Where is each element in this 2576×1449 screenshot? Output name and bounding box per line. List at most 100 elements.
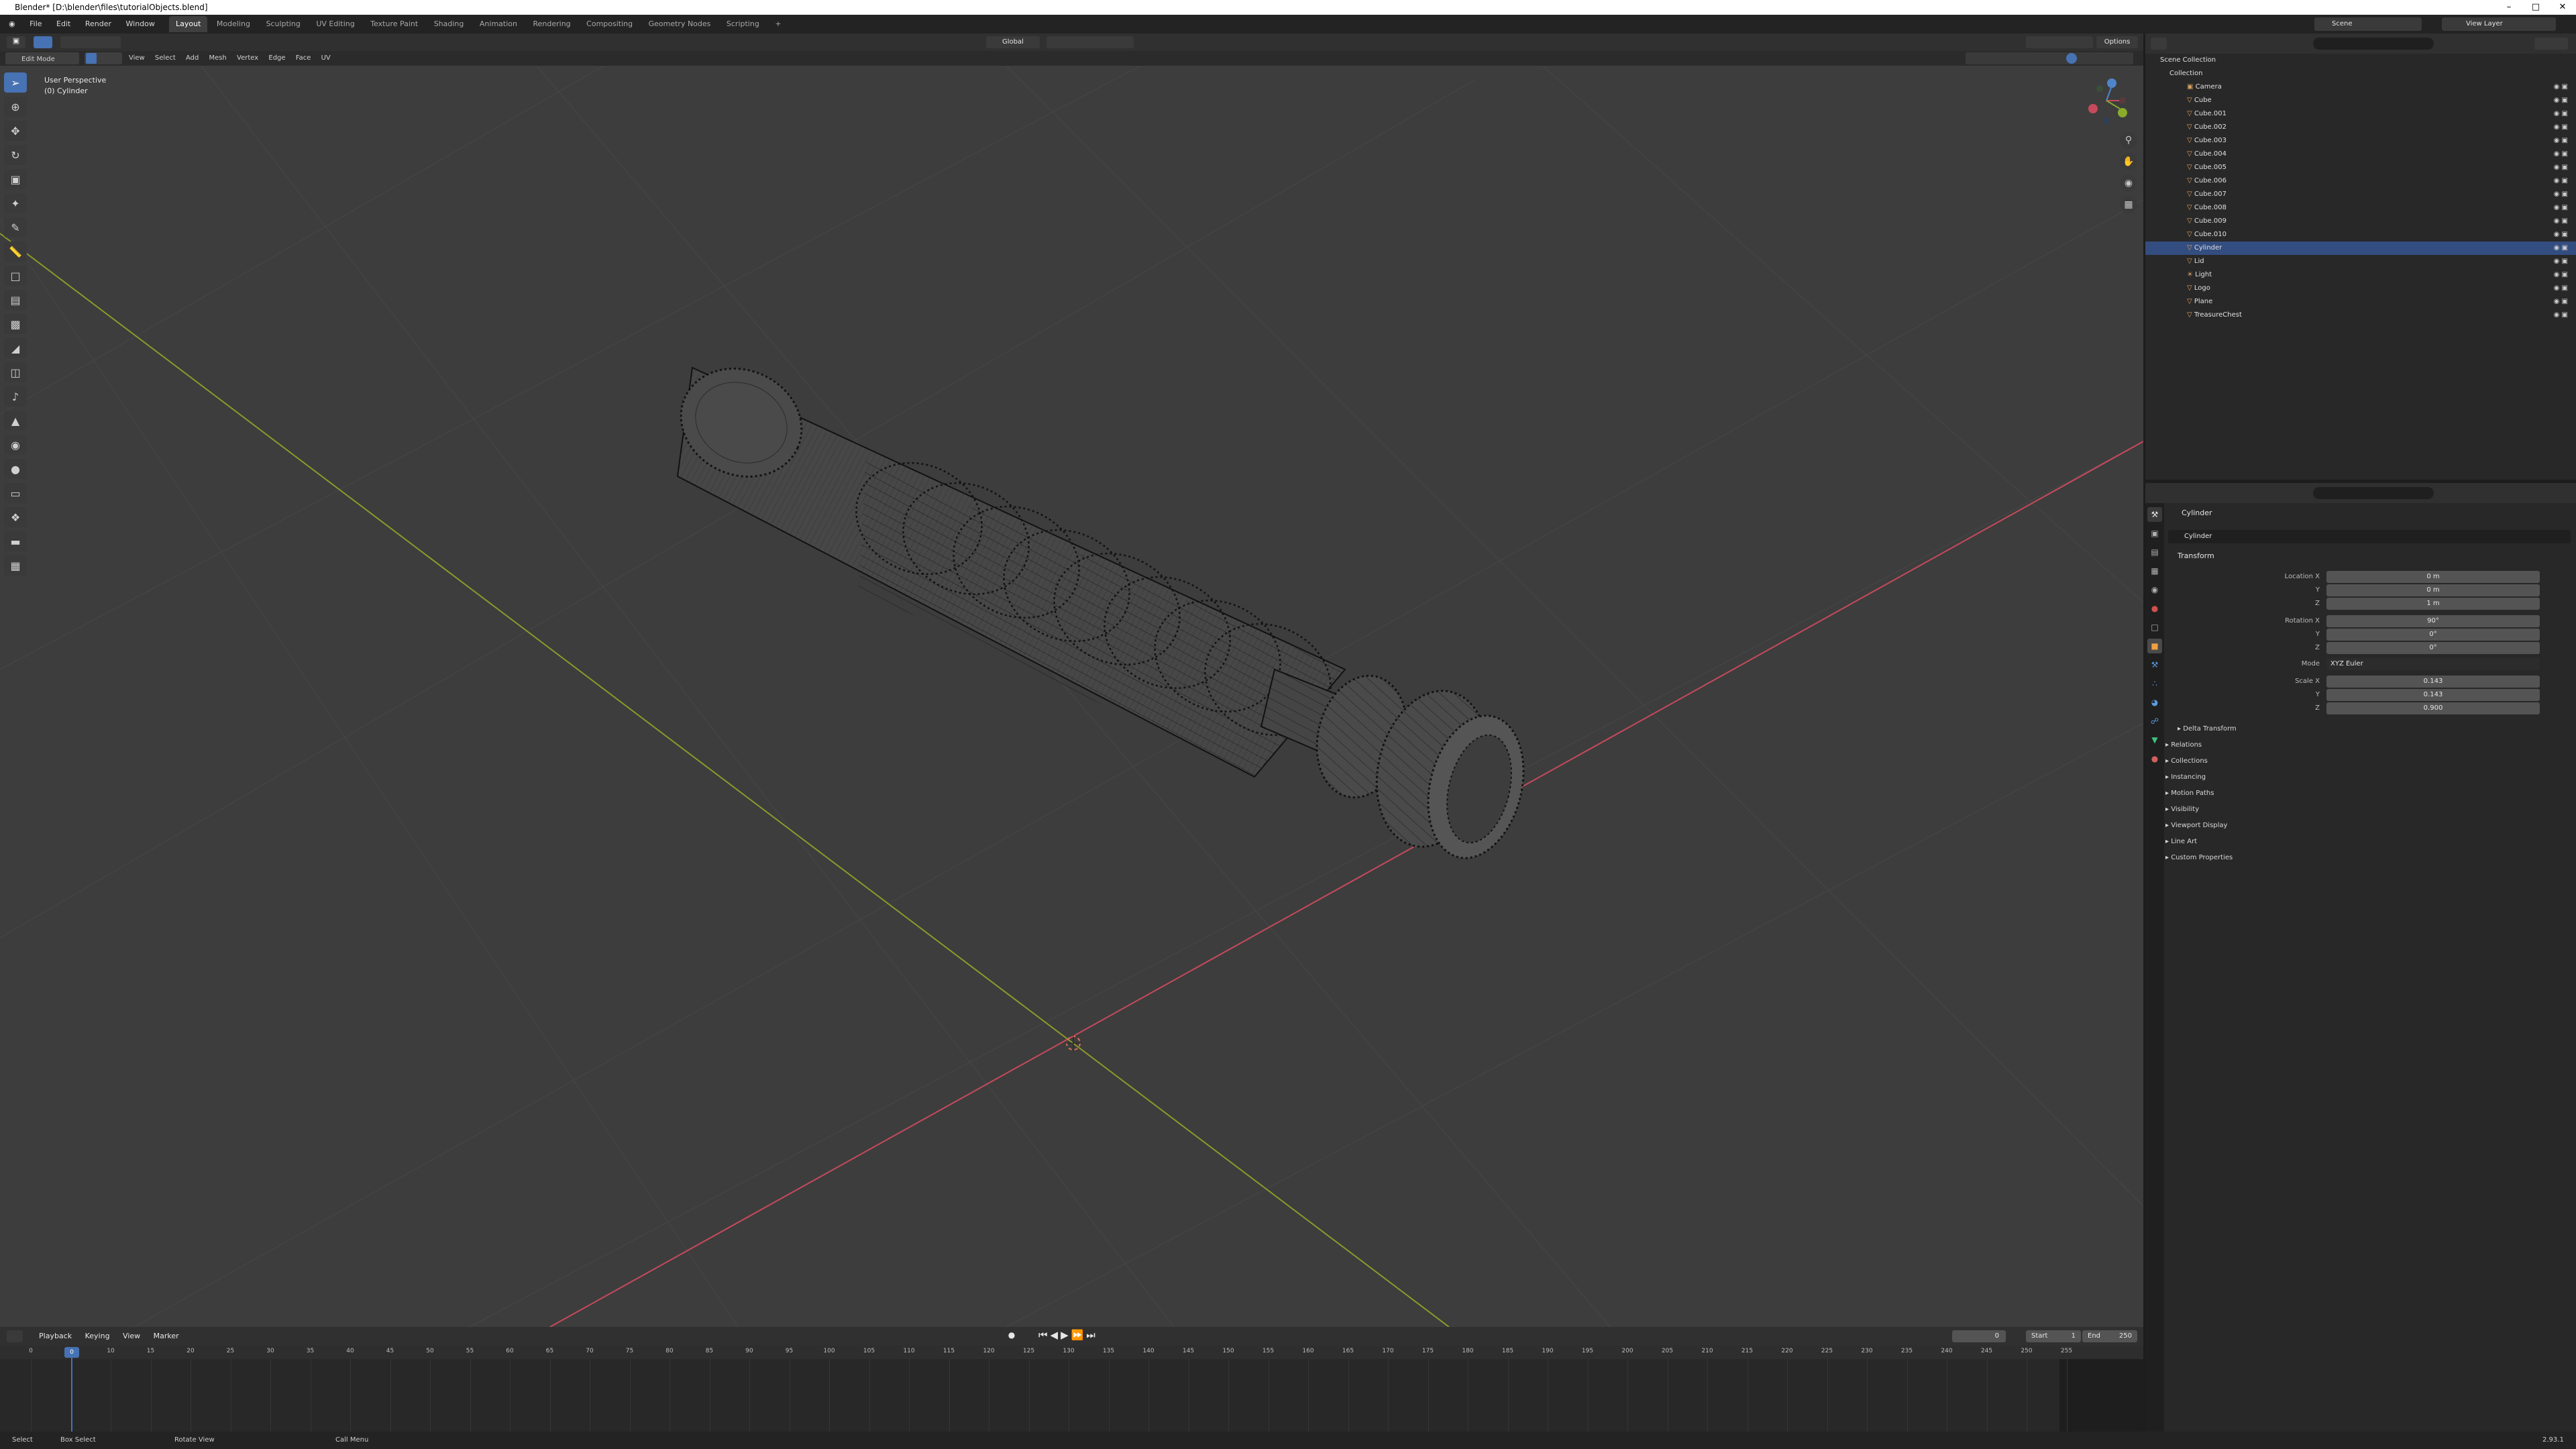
vertex-select-icon[interactable] — [86, 53, 97, 64]
scene-selector[interactable]: Scene — [2314, 17, 2422, 31]
scale-tool-icon[interactable]: ▣ — [4, 169, 27, 189]
menu-timeline-view[interactable]: View — [117, 1332, 146, 1340]
menu-playback[interactable]: Playback — [34, 1332, 77, 1340]
menu-edge[interactable]: Edge — [264, 51, 289, 66]
menu-window[interactable]: Window — [120, 15, 161, 34]
smooth-tool-icon[interactable]: ● — [4, 459, 27, 479]
minimize-icon[interactable]: – — [2496, 0, 2522, 15]
property-panel-header[interactable]: ▸ Custom Properties — [2165, 851, 2233, 865]
tab-layout[interactable]: Layout — [169, 16, 208, 32]
tab-modeling[interactable]: Modeling — [210, 16, 257, 32]
add-cube-tool-icon[interactable]: □ — [4, 266, 27, 286]
menu-add[interactable]: Add — [182, 51, 203, 66]
visibility-toggle-icon[interactable]: ◉ ▣ — [2554, 241, 2568, 255]
outliner-item[interactable]: ▽ Cube.001 ◉ ▣ — [2145, 107, 2576, 121]
tool-properties-icon[interactable]: ⚒ — [2147, 507, 2162, 522]
physics-properties-icon[interactable]: ◕ — [2147, 695, 2162, 710]
location-x-field[interactable]: 0 m — [2326, 571, 2540, 583]
scale-y-field[interactable]: 0.143 — [2326, 689, 2540, 701]
playhead-line[interactable] — [71, 1358, 72, 1432]
zoom-icon[interactable]: ⚲ — [2120, 131, 2137, 149]
visibility-toggle-icon[interactable]: ◉ ▣ — [2554, 148, 2568, 161]
play-icon[interactable]: ▶ — [1061, 1329, 1071, 1341]
properties-search-input[interactable] — [2313, 487, 2434, 499]
menu-view[interactable]: View — [125, 51, 149, 66]
rotate-tool-icon[interactable]: ↻ — [4, 145, 27, 165]
perspective-toggle-icon[interactable]: ▦ — [2120, 196, 2137, 213]
3d-cursor[interactable] — [1065, 1035, 1081, 1051]
playhead-frame-badge[interactable]: 0 — [64, 1347, 79, 1358]
particles-properties-icon[interactable]: ∴ — [2147, 676, 2162, 691]
object-properties-icon[interactable]: ■ — [2147, 639, 2162, 653]
cylinder-mesh[interactable] — [663, 350, 1538, 868]
outliner-item[interactable]: ▽ Cylinder ◉ ▣ — [2145, 241, 2576, 255]
visibility-toggle-icon[interactable]: ◉ ▣ — [2554, 255, 2568, 268]
modifier-properties-icon[interactable]: ⚒ — [2147, 657, 2162, 672]
menu-face[interactable]: Face — [292, 51, 315, 66]
location-z-field[interactable]: 1 m — [2326, 598, 2540, 610]
visibility-toggle-icon[interactable]: ◉ ▣ — [2554, 107, 2568, 121]
visibility-toggle-icon[interactable]: ◉ ▣ — [2554, 121, 2568, 134]
visibility-toggle-icon[interactable]: ◉ ▣ — [2554, 282, 2568, 295]
view-layer-properties-icon[interactable]: ▦ — [2147, 564, 2162, 578]
rip-tool-icon[interactable]: ▦ — [4, 555, 27, 576]
outliner-item[interactable]: ▽ Logo ◉ ▣ — [2145, 282, 2576, 295]
prev-keyframe-icon[interactable]: ◀ — [1051, 1329, 1061, 1341]
outliner-item[interactable]: ▽ Cube.008 ◉ ▣ — [2145, 201, 2576, 215]
outliner-item[interactable]: ▽ Cube.010 ◉ ▣ — [2145, 228, 2576, 241]
tab-animation[interactable]: Animation — [473, 16, 524, 32]
poly-build-tool-icon[interactable]: ▲ — [4, 411, 27, 431]
tab-texture-paint[interactable]: Texture Paint — [364, 16, 425, 32]
scene-properties-icon[interactable]: ◉ — [2147, 582, 2162, 597]
property-panel-header[interactable]: ▸ Motion Paths — [2165, 786, 2214, 801]
delta-transform-panel[interactable]: ▸ Delta Transform — [2178, 722, 2237, 737]
outliner-search-input[interactable] — [2313, 38, 2434, 50]
tab-compositing[interactable]: Compositing — [580, 16, 639, 32]
material-properties-icon[interactable]: ● — [2147, 751, 2162, 766]
outliner-item[interactable]: ▽ Cube.006 ◉ ▣ — [2145, 174, 2576, 188]
view-layer-selector[interactable]: View Layer — [2442, 17, 2556, 31]
mirror-axis-buttons[interactable] — [2026, 36, 2093, 48]
shear-tool-icon[interactable]: ▬ — [4, 531, 27, 551]
object-name-field[interactable]: Cylinder — [2168, 530, 2571, 543]
tab-scripting[interactable]: Scripting — [720, 16, 766, 32]
rotation-z-field[interactable]: 0° — [2326, 642, 2540, 654]
maximize-icon[interactable]: □ — [2522, 0, 2549, 15]
extrude-tool-icon[interactable]: ▤ — [4, 290, 27, 310]
annotate-tool-icon[interactable]: ✎ — [4, 217, 27, 237]
move-tool-icon[interactable]: ✥ — [4, 121, 27, 141]
outliner-item[interactable]: ▽ Cube.002 ◉ ▣ — [2145, 121, 2576, 134]
menu-render[interactable]: Render — [79, 15, 117, 34]
transform-panel-header[interactable]: Transform — [2168, 549, 2214, 564]
snap-proportional-buttons[interactable] — [1046, 36, 1134, 48]
close-icon[interactable]: ✕ — [2549, 0, 2576, 15]
camera-view-icon[interactable]: ◉ — [2120, 174, 2137, 192]
tab-shading[interactable]: Shading — [427, 16, 471, 32]
visibility-toggle-icon[interactable]: ◉ ▣ — [2554, 228, 2568, 241]
visibility-toggle-icon[interactable]: ◉ ▣ — [2554, 188, 2568, 201]
scale-z-field[interactable]: 0.900 — [2326, 702, 2540, 714]
spin-tool-icon[interactable]: ◉ — [4, 435, 27, 455]
menu-edit[interactable]: Edit — [50, 15, 76, 34]
outliner-item[interactable]: ▽ Cube.004 ◉ ▣ — [2145, 148, 2576, 161]
select-tool-icon[interactable]: ➢ — [4, 72, 27, 93]
select-mode-buttons[interactable] — [60, 36, 121, 48]
menu-vertex[interactable]: Vertex — [233, 51, 262, 66]
options-dropdown[interactable]: Options — [2096, 36, 2138, 48]
next-keyframe-icon[interactable]: ⏩ — [1071, 1329, 1087, 1341]
pan-hand-icon[interactable]: ✋ — [2120, 153, 2137, 170]
menu-marker[interactable]: Marker — [148, 1332, 184, 1340]
blender-logo-icon[interactable]: ◉ — [3, 15, 21, 34]
outliner-item[interactable]: ▽ Cube.007 ◉ ▣ — [2145, 188, 2576, 201]
visibility-toggle-icon[interactable]: ◉ ▣ — [2554, 134, 2568, 148]
mesh-select-mode-buttons[interactable] — [85, 52, 122, 64]
outliner-scene-collection[interactable]: Scene Collection — [2145, 54, 2576, 67]
outliner-item[interactable]: ▽ Lid ◉ ▣ — [2145, 255, 2576, 268]
outliner-item[interactable]: ▣ Camera ◉ ▣ — [2145, 80, 2576, 94]
outliner-item[interactable]: ☀ Light ◉ ▣ — [2145, 268, 2576, 282]
measure-tool-icon[interactable]: 📏 — [4, 241, 27, 262]
knife-tool-icon[interactable]: ♪ — [4, 386, 27, 407]
visibility-toggle-icon[interactable]: ◉ ▣ — [2554, 215, 2568, 228]
start-frame-field[interactable]: Start 1 — [2026, 1330, 2081, 1342]
transform-orientation-dropdown[interactable]: Global — [986, 36, 1040, 48]
